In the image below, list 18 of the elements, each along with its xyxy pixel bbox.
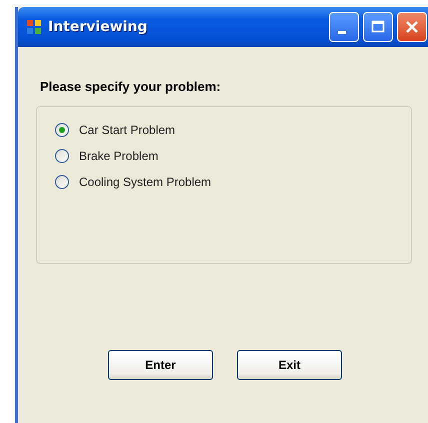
option-label: Car Start Problem: [79, 123, 176, 137]
close-button[interactable]: [397, 12, 427, 42]
app-icon: [26, 19, 42, 35]
minimize-button[interactable]: [329, 12, 359, 42]
radio-button[interactable]: [55, 123, 69, 137]
minimize-icon: [338, 30, 346, 34]
radio-option[interactable]: Car Start Problem: [55, 123, 176, 137]
option-label: Cooling System Problem: [79, 175, 212, 189]
option-label: Brake Problem: [79, 149, 158, 163]
radio-option[interactable]: Brake Problem: [55, 149, 158, 163]
dialog-button[interactable]: Enter: [108, 350, 213, 380]
maximize-button[interactable]: [363, 12, 393, 42]
radio-button[interactable]: [55, 175, 69, 189]
prompt-label: Please specify your problem:: [40, 79, 222, 94]
window-title: Interviewing: [48, 19, 148, 35]
radio-option[interactable]: Cooling System Problem: [55, 175, 212, 189]
dialog-button[interactable]: Exit: [237, 350, 342, 380]
radio-button[interactable]: [55, 149, 69, 163]
